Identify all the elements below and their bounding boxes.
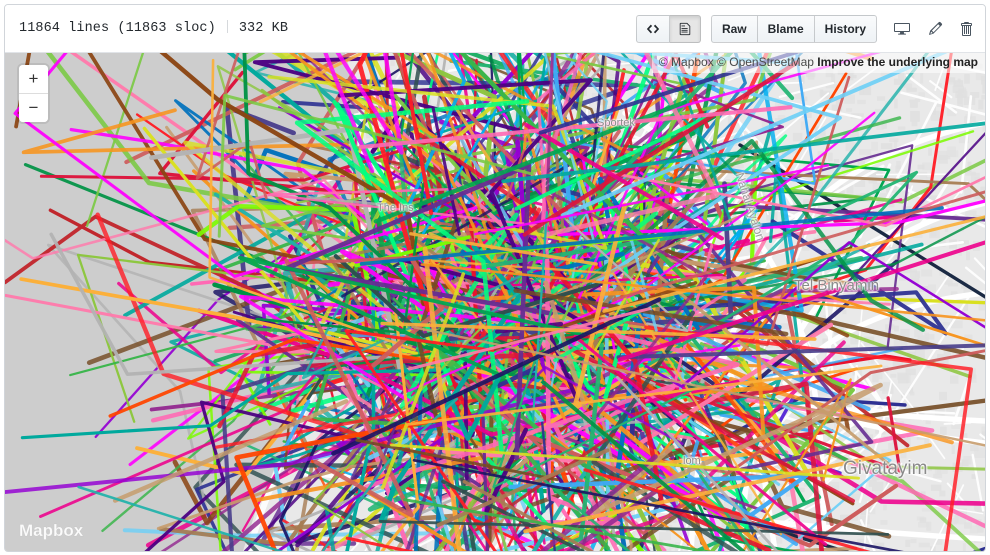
open-desktop-button[interactable] — [893, 21, 911, 37]
raw-button[interactable]: Raw — [710, 15, 758, 43]
file-action-group: Raw Blame History — [710, 15, 877, 43]
view-mode-toggle — [635, 15, 701, 43]
mapbox-wordmark-icon: Mapbox — [19, 521, 84, 541]
file-icon-actions — [889, 21, 973, 37]
file-header-bar: 11864 lines (11863 sloc) 332 KB Raw Blam… — [5, 5, 985, 53]
history-button[interactable]: History — [814, 15, 877, 43]
file-actions: Raw Blame History — [635, 14, 973, 44]
file-size: 332 KB — [238, 21, 289, 36]
file-document-icon — [679, 22, 691, 36]
file-view-container: 11864 lines (11863 sloc) 332 KB Raw Blam… — [4, 4, 986, 552]
map-render-surface — [5, 53, 985, 551]
map-viewport[interactable]: + − © Mapbox © OpenStreetMap Improve the… — [5, 53, 985, 551]
improve-map-link[interactable]: Improve the underlying map — [817, 55, 978, 69]
map-zoom-controls: + − — [19, 65, 48, 122]
mapbox-logo[interactable]: Mapbox — [19, 519, 107, 541]
desktop-monitor-icon — [894, 23, 910, 35]
map-canvas[interactable] — [5, 53, 985, 551]
blame-button[interactable]: Blame — [757, 15, 815, 43]
view-source-button[interactable] — [635, 15, 670, 43]
meta-divider — [226, 20, 228, 33]
trash-delete-icon — [961, 22, 972, 36]
svg-text:Mapbox: Mapbox — [19, 521, 84, 540]
delete-file-button[interactable] — [959, 21, 973, 37]
file-meta: 11864 lines (11863 sloc) 332 KB — [19, 20, 288, 36]
pencil-edit-icon — [929, 21, 943, 35]
map-attribution: © Mapbox © OpenStreetMap Improve the und… — [651, 53, 985, 73]
attribution-copyright: © Mapbox © OpenStreetMap — [658, 55, 814, 69]
zoom-out-button[interactable]: − — [19, 93, 48, 122]
zoom-in-button[interactable]: + — [19, 65, 48, 93]
file-line-count: 11864 lines (11863 sloc) — [19, 21, 216, 36]
code-icon — [646, 24, 660, 34]
view-rendered-button[interactable] — [669, 15, 701, 43]
edit-file-button[interactable] — [927, 21, 943, 37]
